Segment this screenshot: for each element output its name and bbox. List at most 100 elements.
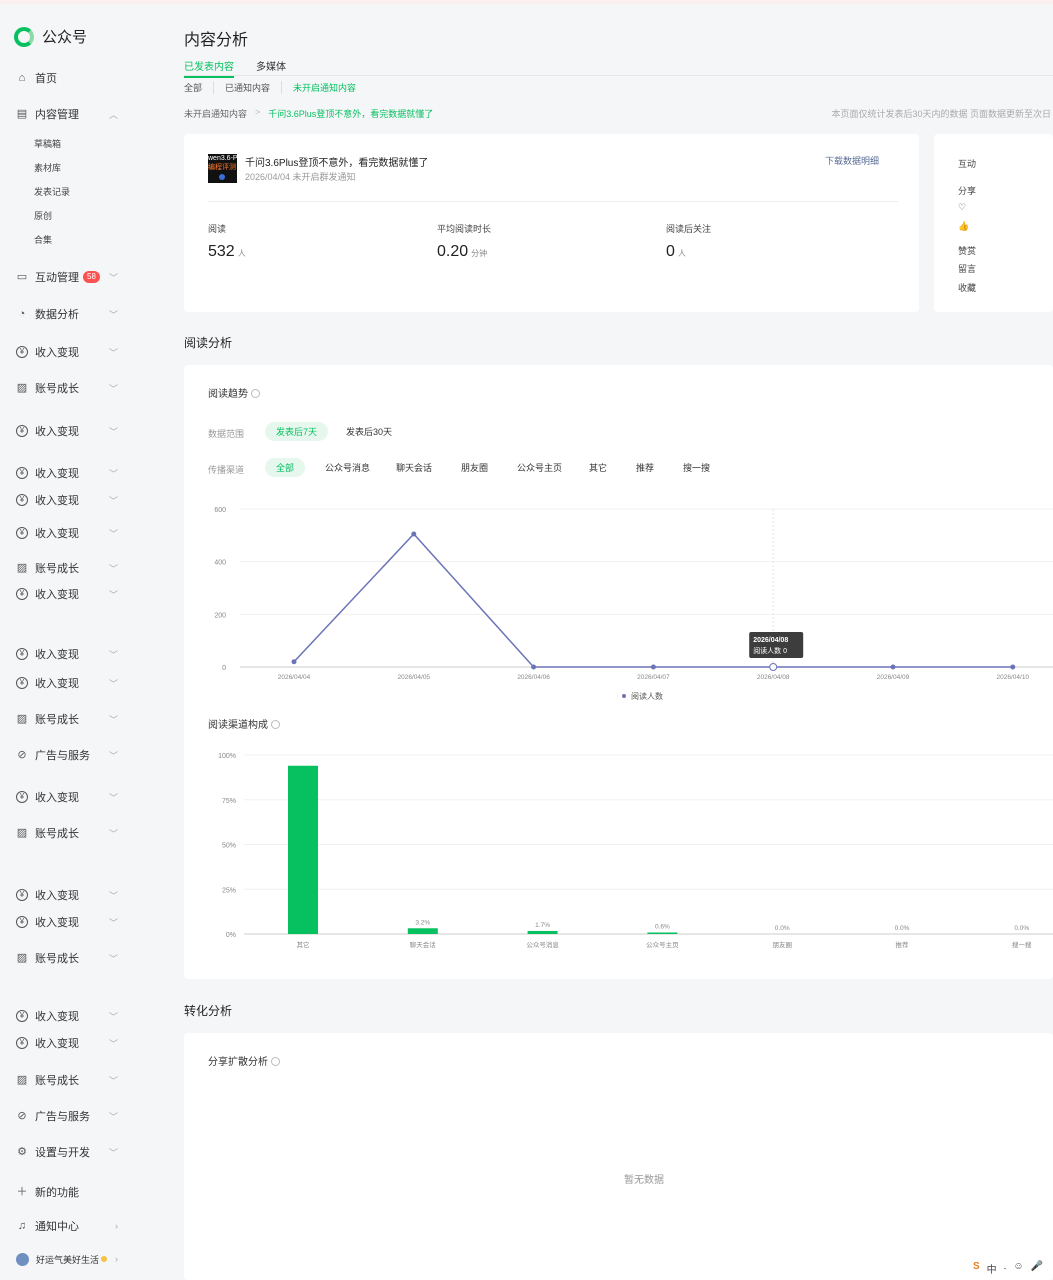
subtab-all[interactable]: 全部 (184, 81, 215, 94)
download-data-link[interactable]: 下载数据明细 (825, 154, 879, 167)
sidebar-item-label: 通知中心 (35, 1221, 79, 1233)
chevron-right-icon: › (115, 1221, 118, 1231)
sidebar-sub-publish-records[interactable]: 发表记录 (34, 185, 70, 198)
compass-icon: ⊘ (17, 1110, 27, 1122)
sidebar-item[interactable]: ▨ 账号成长 ﹀ (16, 558, 126, 578)
range-7days[interactable]: 发表后7天 (265, 422, 329, 441)
chart-icon: ▨ (16, 952, 28, 964)
sidebar-item[interactable]: ▨ 账号成长 ﹀ (16, 948, 126, 968)
chevron-down-icon: ﹀ (108, 426, 118, 437)
y-tick-label: 75% (222, 798, 236, 805)
language-indicator[interactable]: 中 (987, 1261, 997, 1276)
range-30days[interactable]: 发表后30天 (335, 422, 403, 441)
sidebar-item[interactable]: ¥ 收入变现 ﹀ (16, 463, 126, 483)
sidebar-item[interactable]: ¥ 收入变现 ﹀ (16, 1006, 126, 1026)
channel-other[interactable]: 其它 (578, 458, 618, 477)
sidebar-item[interactable]: ⊘ 广告与服务 ﹀ (16, 745, 126, 765)
x-tick-label: 朋友圈 (772, 940, 792, 949)
data-label: 1.7% (535, 922, 550, 929)
yuan-icon: ¥ (16, 1037, 28, 1049)
sidebar-item-data-analysis[interactable]: ◔ 数据分析 ﹀ (16, 304, 126, 324)
legend-label: 阅读人数 (631, 691, 663, 701)
x-tick-label: 2026/04/07 (637, 674, 670, 681)
breadcrumb-current: 千问3.6Plus登顶不意外，看完数据就懂了 (268, 109, 434, 119)
gear-icon: ⚙ (17, 1146, 27, 1158)
bar (527, 930, 558, 934)
sidebar-item-label: 新的功能 (35, 1187, 79, 1199)
tab-published[interactable]: 已发表内容 (184, 58, 234, 78)
stat-unit: 人 (237, 249, 246, 258)
sidebar-item[interactable]: ¥ 收入变现 ﹀ (16, 1033, 126, 1053)
channel-label: 传播渠道 (208, 465, 245, 475)
breadcrumb-parent[interactable]: 未开启通知内容 (184, 107, 247, 120)
y-tick-label: 0% (226, 932, 236, 939)
tab-multimedia[interactable]: 多媒体 (256, 58, 286, 73)
sidebar-item-label: 收入变现 (35, 917, 79, 929)
sidebar-item-new-feature[interactable]: ＋ 新的功能 (16, 1182, 126, 1202)
sidebar-item[interactable]: ¥ 收入变现 ﹀ (16, 523, 126, 543)
sidebar-item-interaction[interactable]: ▭ 互动管理 58 ﹀ (16, 267, 126, 287)
sidebar-item[interactable]: ¥ 收入变现 ﹀ (16, 673, 126, 693)
chevron-down-icon: ﹀ (108, 272, 118, 283)
channel-all[interactable]: 全部 (265, 458, 306, 477)
sidebar-user[interactable]: 好运气美好生活 › (16, 1249, 126, 1269)
punctuation-icon[interactable]: ⸱ (1004, 1261, 1007, 1276)
sidebar-sub-materials[interactable]: 素材库 (34, 161, 61, 174)
help-icon[interactable] (271, 720, 280, 729)
range-label: 数据范围 (208, 429, 245, 439)
bar (288, 765, 318, 934)
y-tick-label: 100% (218, 753, 236, 760)
subtab-bar: 全部 已通知内容 未开启通知内容 (184, 81, 378, 94)
y-tick-label: 50% (222, 843, 236, 850)
y-tick-label: 200 (214, 612, 226, 619)
sidebar-item[interactable]: ▨ 账号成长 ﹀ (16, 1070, 126, 1090)
x-tick-label: 2026/04/08 (757, 674, 790, 681)
app-logo[interactable]: 公众号 (14, 26, 87, 47)
sidebar-item[interactable]: ¥ 收入变现 ﹀ (16, 644, 126, 664)
sidebar-item[interactable]: ▨ 账号成长 ﹀ (16, 378, 126, 398)
sidebar-item[interactable]: ¥ 收入变现 ﹀ (16, 912, 126, 932)
x-tick-label: 聊天会话 (410, 940, 437, 949)
chevron-down-icon: ﹀ (108, 1111, 118, 1122)
sidebar-item[interactable]: ¥ 收入变现 ﹀ (16, 421, 126, 441)
sidebar-item[interactable]: ¥ 收入变现 ﹀ (16, 584, 126, 604)
status-dot-icon (101, 1256, 108, 1262)
yuan-icon: ¥ (16, 677, 28, 689)
channel-search[interactable]: 搜一搜 (672, 458, 721, 477)
sidebar-item[interactable]: ¥ 收入变现 ﹀ (16, 885, 126, 905)
sidebar-item[interactable]: ¥ 收入变现 ﹀ (16, 342, 126, 362)
chevron-down-icon: ﹀ (108, 589, 118, 600)
sidebar-item-notify[interactable]: ♫ 通知中心 › (16, 1216, 126, 1236)
tab-bar: 已发表内容 多媒体 (184, 58, 1053, 78)
sidebar-item[interactable]: ⚙ 设置与开发 ﹀ (16, 1142, 126, 1162)
yuan-icon: ¥ (16, 588, 28, 600)
sidebar-item[interactable]: ¥ 收入变现 ﹀ (16, 787, 126, 807)
sidebar-sub-collection[interactable]: 合集 (34, 233, 52, 246)
channel-moments[interactable]: 朋友圈 (450, 458, 499, 477)
subtab-notified[interactable]: 已通知内容 (225, 81, 283, 94)
y-tick-label: 0 (222, 665, 226, 672)
microphone-icon[interactable]: 🎤 (1031, 1261, 1043, 1276)
subtab-not-notified[interactable]: 未开启通知内容 (293, 81, 367, 94)
sidebar-sub-original[interactable]: 原创 (34, 209, 52, 222)
help-icon[interactable] (251, 389, 260, 398)
data-point (890, 664, 896, 670)
channel-recommend[interactable]: 推荐 (625, 458, 665, 477)
channel-chat[interactable]: 聊天会话 (385, 458, 443, 477)
channel-oa-message[interactable]: 公众号消息 (314, 458, 381, 477)
sidebar-item[interactable]: ▨ 账号成长 ﹀ (16, 823, 126, 843)
sidebar-item[interactable]: ▨ 账号成长 ﹀ (16, 709, 126, 729)
emoji-icon[interactable]: ☺ (1013, 1261, 1023, 1276)
help-icon[interactable] (271, 1057, 280, 1066)
sidebar-sub-drafts[interactable]: 草稿箱 (34, 137, 61, 150)
chevron-down-icon: ﹀ (108, 649, 118, 660)
input-method-icon[interactable]: S (973, 1261, 980, 1276)
sidebar-item-home[interactable]: ⌂ 首页 (16, 68, 126, 88)
sidebar-item[interactable]: ¥ 收入变现 ﹀ (16, 490, 126, 510)
sidebar-item[interactable]: ⊘ 广告与服务 ﹀ (16, 1106, 126, 1126)
page-title: 内容分析 (184, 32, 249, 49)
yuan-icon: ¥ (16, 346, 28, 358)
sidebar-item-content[interactable]: ▤ 内容管理 ︿ (16, 104, 126, 124)
x-tick-label: 搜一搜 (1012, 940, 1032, 949)
channel-oa-home[interactable]: 公众号主页 (506, 458, 573, 477)
